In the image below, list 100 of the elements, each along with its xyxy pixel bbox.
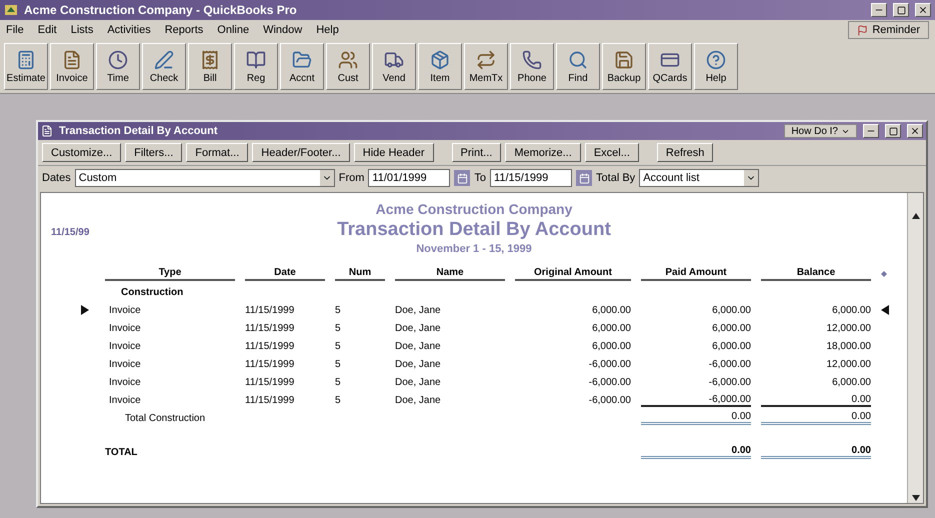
calendar-icon[interactable]	[456, 172, 468, 184]
menu-item[interactable]: Window	[263, 24, 302, 36]
table-cell-text: Doe, Jane	[395, 322, 442, 334]
toolbar-button[interactable]: Accnt	[280, 43, 324, 90]
table-cell-text: 6,000.00	[711, 322, 751, 334]
report-button[interactable]: Customize...	[42, 143, 122, 162]
toolbar-button[interactable]: Help	[694, 43, 738, 90]
column-header[interactable]: Balance	[761, 267, 871, 281]
maximize-icon	[888, 126, 898, 136]
truck-icon	[384, 50, 404, 70]
table-cell-text: 11/15/1999	[245, 376, 296, 388]
report-button[interactable]: Hide Header	[354, 143, 434, 162]
table-cell: 0.00	[641, 445, 751, 459]
column-header[interactable]: Name	[395, 267, 505, 281]
menu-item[interactable]: Help	[316, 24, 339, 36]
table-cell-text: 5	[335, 358, 342, 370]
menu-item[interactable]: Online	[217, 24, 250, 36]
table-cell-text: 6,000.00	[711, 340, 751, 352]
table-cell-text: -6,000.00	[708, 358, 751, 370]
table-cell-text: -6,000.00	[588, 376, 631, 388]
table-cell-text: Doe, Jane	[395, 304, 442, 316]
how-do-i-button[interactable]: How Do I?	[784, 124, 857, 138]
account-name: Construction	[120, 286, 184, 298]
close-icon	[918, 5, 928, 15]
scroll-down-icon[interactable]	[912, 495, 920, 501]
column-header[interactable]: Date	[245, 267, 325, 281]
table-cell: 0.00	[641, 411, 751, 425]
maximize-button[interactable]	[893, 3, 909, 17]
scrollbar[interactable]	[907, 193, 923, 503]
menu-item[interactable]: Lists	[70, 24, 94, 36]
table-cell-text: 6,000.00	[711, 304, 751, 316]
table-cell: 0.00	[761, 445, 871, 459]
toolbar-button[interactable]: Find	[556, 43, 600, 90]
minimize-button[interactable]	[871, 3, 887, 17]
column-marker-icon[interactable]	[881, 271, 887, 277]
table-cell-text: -6,000.00	[708, 376, 751, 388]
table-cell-text: 6,000.00	[831, 376, 871, 388]
repeat-icon	[476, 50, 496, 70]
menu-item[interactable]: File	[6, 24, 24, 36]
table-cell-text: 5	[335, 304, 342, 316]
table-cell: -6,000.00	[641, 394, 751, 406]
column-header[interactable]: Paid Amount	[641, 267, 751, 281]
total-by-dropdown[interactable]: Account list	[639, 169, 760, 187]
calculator-icon	[16, 50, 36, 70]
column-header[interactable]: Num	[335, 267, 385, 281]
field-label: Dates	[42, 172, 71, 184]
toolbar-button[interactable]: Reg	[234, 43, 278, 90]
folder-icon	[292, 50, 312, 70]
report-button[interactable]: Memorize...	[505, 143, 581, 162]
toolbar-button[interactable]: Cust	[326, 43, 370, 90]
report-button[interactable]: Print...	[452, 143, 502, 162]
table-cell: 0.00	[761, 394, 871, 406]
menu-item[interactable]: Reports	[164, 24, 204, 36]
maximize-button[interactable]	[885, 124, 901, 138]
total-label: Total Construction	[124, 412, 206, 424]
toolbar-button[interactable]: Estimate	[4, 43, 48, 90]
close-button[interactable]	[915, 3, 931, 17]
minimize-button[interactable]	[863, 124, 879, 138]
toolbar-button[interactable]: MemTx	[464, 43, 508, 90]
report-button[interactable]: Filters...	[125, 143, 182, 162]
toolbar-button[interactable]: Item	[418, 43, 462, 90]
scroll-up-icon[interactable]	[912, 213, 920, 219]
pen-icon	[154, 50, 174, 70]
table-cell-text: 12,000.00	[826, 322, 871, 334]
table-cell-text: Invoice	[108, 376, 142, 388]
toolbar-button[interactable]: Vend	[372, 43, 416, 90]
table-cell-text: 6,000.00	[831, 304, 871, 316]
column-header[interactable]: Type	[105, 267, 235, 281]
menu-item[interactable]: Edit	[38, 24, 57, 36]
table-cell-text: Invoice	[108, 322, 142, 334]
clock-icon	[108, 50, 128, 70]
toolbar-button[interactable]: QCards	[648, 43, 692, 90]
toolbar-button[interactable]: Bill	[188, 43, 232, 90]
calendar-icon[interactable]	[578, 172, 590, 184]
table-cell-text: 12,000.00	[826, 358, 871, 370]
table-cell-text: Doe, Jane	[395, 358, 442, 370]
report-button[interactable]: Format...	[186, 143, 248, 162]
dates-dropdown[interactable]: Custom	[74, 169, 335, 187]
table-cell-text: Invoice	[108, 340, 142, 352]
toolbar-button[interactable]: Check	[142, 43, 186, 90]
toolbar-button[interactable]: Time	[96, 43, 140, 90]
close-button[interactable]	[907, 124, 923, 138]
from-date-field[interactable]: 11/01/1999	[368, 169, 450, 187]
report-button[interactable]: Header/Footer...	[252, 143, 350, 162]
phone-icon	[522, 50, 542, 70]
toolbar-button[interactable]: Backup	[602, 43, 646, 90]
toolbar-button[interactable]: Phone	[510, 43, 554, 90]
menu-item[interactable]: Activities	[107, 24, 151, 36]
table-cell-text: 11/15/1999	[245, 304, 296, 316]
toolbar-button[interactable]: Invoice	[50, 43, 94, 90]
to-date-field[interactable]: 11/15/1999	[490, 169, 572, 187]
flag-icon	[857, 24, 868, 36]
window-title: Acme Construction Company - QuickBooks Pro	[24, 3, 297, 17]
search-icon	[568, 50, 588, 70]
column-header[interactable]: Original Amount	[515, 267, 631, 281]
reminder-button[interactable]: Reminder	[848, 21, 929, 39]
field-label: To	[474, 172, 486, 184]
table-cell-text: Invoice	[108, 358, 142, 370]
report-button[interactable]: Refresh	[656, 143, 714, 162]
report-button[interactable]: Excel...	[584, 143, 639, 162]
